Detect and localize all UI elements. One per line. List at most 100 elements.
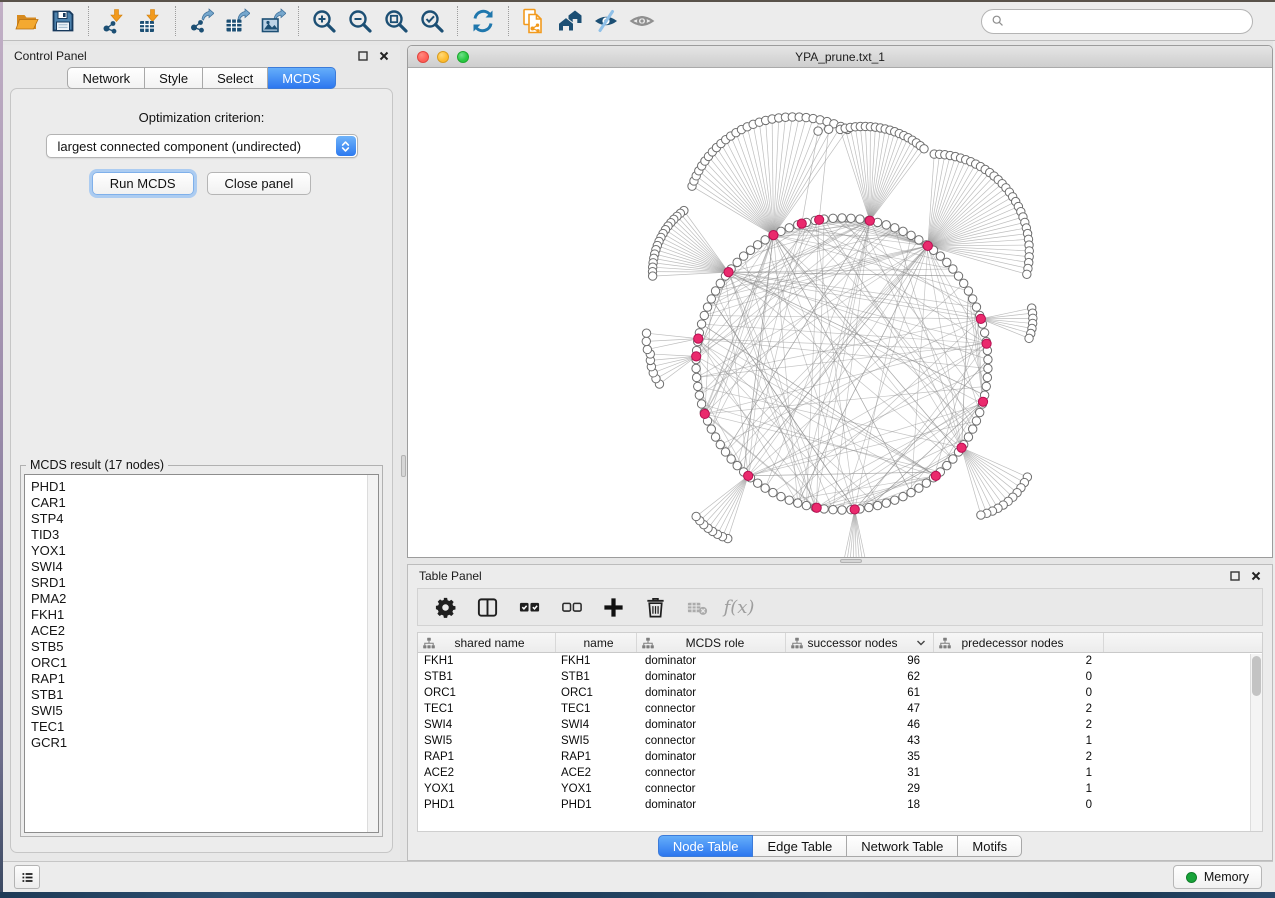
table-cell: RAP1 [418, 751, 556, 763]
mcds-result-item[interactable]: PHD1 [31, 479, 378, 495]
table-tab-node-table[interactable]: Node Table [658, 835, 754, 857]
open-file-button[interactable] [9, 5, 45, 37]
export-image-button[interactable] [255, 5, 291, 37]
task-history-button[interactable] [14, 865, 40, 889]
table-panel: Table Panel f(x) shared namenameMCDS rol… [407, 564, 1273, 861]
mcds-result-item[interactable]: FKH1 [31, 607, 378, 623]
table-cell: 35 [786, 751, 934, 763]
table-row[interactable]: ORC1ORC1dominator610 [418, 685, 1262, 701]
save-session-button[interactable] [45, 5, 81, 37]
table-row[interactable]: STB1STB1dominator620 [418, 669, 1262, 685]
tab-network[interactable]: Network [67, 67, 145, 89]
tab-style[interactable]: Style [145, 67, 203, 89]
toolbar-separator [457, 6, 458, 36]
export-table-button[interactable] [219, 5, 255, 37]
horizontal-splitter[interactable] [407, 558, 1273, 564]
mcds-result-item[interactable]: STB5 [31, 639, 378, 655]
mcds-result-item[interactable]: RAP1 [31, 671, 378, 687]
table-row[interactable]: TEC1TEC1connector472 [418, 701, 1262, 717]
zoom-selected-button[interactable] [414, 5, 450, 37]
table-cell: STB1 [418, 671, 556, 683]
mcds-result-item[interactable]: TEC1 [31, 719, 378, 735]
apply-layout-button[interactable] [465, 5, 501, 37]
close-panel-icon[interactable] [379, 51, 389, 61]
tab-mcds[interactable]: MCDS [268, 67, 335, 89]
table-scrollbar[interactable] [1250, 654, 1262, 831]
show-columns-button[interactable] [473, 593, 501, 621]
mcds-result-item[interactable]: YOX1 [31, 543, 378, 559]
window-minimize-traffic-icon[interactable] [437, 51, 449, 63]
float-panel-icon[interactable] [358, 51, 368, 61]
new-network-from-selection-button[interactable] [516, 5, 552, 37]
table-cell: dominator [637, 719, 786, 731]
column-header-mcds-role[interactable]: MCDS role [637, 633, 786, 652]
table-row[interactable]: FKH1FKH1dominator962 [418, 653, 1262, 669]
mcds-result-item[interactable]: SRD1 [31, 575, 378, 591]
mcds-result-item[interactable]: ORC1 [31, 655, 378, 671]
application-window: Control Panel NetworkStyleSelectMCDS Opt… [0, 0, 1275, 898]
memory-button[interactable]: Memory [1173, 865, 1262, 889]
gear-button[interactable] [431, 593, 459, 621]
result-list-scrollbar[interactable] [367, 475, 378, 832]
function-builder-icon: f(x) [724, 597, 755, 618]
column-header-name[interactable]: name [556, 633, 637, 652]
export-network-button[interactable] [183, 5, 219, 37]
close-panel-button[interactable]: Close panel [207, 172, 312, 195]
mcds-result-item[interactable]: PMA2 [31, 591, 378, 607]
table-row[interactable]: PHD1PHD1dominator180 [418, 797, 1262, 813]
column-header-predecessor-nodes[interactable]: predecessor nodes [934, 633, 1104, 652]
network-canvas[interactable] [408, 68, 1272, 557]
criterion-select[interactable]: largest connected component (undirected) [46, 134, 358, 158]
table-panel-title: Table Panel [419, 569, 482, 583]
import-table-button[interactable] [132, 5, 168, 37]
mcds-result-item[interactable]: STP4 [31, 511, 378, 527]
first-neighbors-button[interactable] [552, 5, 588, 37]
float-panel-icon[interactable] [1230, 571, 1240, 581]
table-tab-motifs[interactable]: Motifs [958, 835, 1022, 857]
mcds-result-item[interactable]: SWI4 [31, 559, 378, 575]
mcds-result-item[interactable]: SWI5 [31, 703, 378, 719]
table-cell: 0 [934, 799, 1104, 811]
delete-columns-button[interactable] [641, 593, 669, 621]
window-close-traffic-icon[interactable] [417, 51, 429, 63]
select-all-columns-button[interactable] [515, 593, 543, 621]
table-cell: 1 [934, 735, 1104, 747]
show-all-button[interactable] [624, 5, 660, 37]
mcds-result-item[interactable]: CAR1 [31, 495, 378, 511]
unselect-all-columns-button[interactable] [557, 593, 585, 621]
mcds-result-item[interactable]: GCR1 [31, 735, 378, 751]
create-column-button[interactable] [599, 593, 627, 621]
tab-select[interactable]: Select [203, 67, 268, 89]
search-input[interactable] [1010, 14, 1243, 28]
hide-selection-button[interactable] [588, 5, 624, 37]
sort-chevron-icon [916, 640, 926, 646]
splitter-handle[interactable] [840, 559, 862, 563]
table-row[interactable]: ACE2ACE2connector311 [418, 765, 1262, 781]
table-row[interactable]: RAP1RAP1dominator352 [418, 749, 1262, 765]
table-row[interactable]: YOX1YOX1connector291 [418, 781, 1262, 797]
mcds-result-item[interactable]: STB1 [31, 687, 378, 703]
zoom-in-button[interactable] [306, 5, 342, 37]
table-row[interactable]: SWI5SWI5connector431 [418, 733, 1262, 749]
column-header-shared-name[interactable]: shared name [418, 633, 556, 652]
window-zoom-traffic-icon[interactable] [457, 51, 469, 63]
column-header-successor-nodes[interactable]: successor nodes [786, 633, 934, 652]
close-panel-icon[interactable] [1251, 571, 1261, 581]
search-box[interactable] [981, 9, 1253, 34]
window-top-edge [0, 0, 1275, 2]
vertical-splitter[interactable] [400, 45, 407, 861]
table-cell: connector [637, 767, 786, 779]
splitter-handle[interactable] [401, 455, 406, 477]
zoom-out-button[interactable] [342, 5, 378, 37]
network-window-titlebar[interactable]: YPA_prune.txt_1 [408, 46, 1272, 68]
column-header-filler [1104, 633, 1262, 652]
mcds-result-item[interactable]: ACE2 [31, 623, 378, 639]
scrollbar-thumb[interactable] [1252, 656, 1261, 696]
table-row[interactable]: SWI4SWI4dominator462 [418, 717, 1262, 733]
zoom-fit-button[interactable] [378, 5, 414, 37]
table-tab-network-table[interactable]: Network Table [847, 835, 958, 857]
run-mcds-button[interactable]: Run MCDS [92, 172, 194, 195]
mcds-result-item[interactable]: TID3 [31, 527, 378, 543]
import-network-button[interactable] [96, 5, 132, 37]
table-tab-edge-table[interactable]: Edge Table [753, 835, 847, 857]
